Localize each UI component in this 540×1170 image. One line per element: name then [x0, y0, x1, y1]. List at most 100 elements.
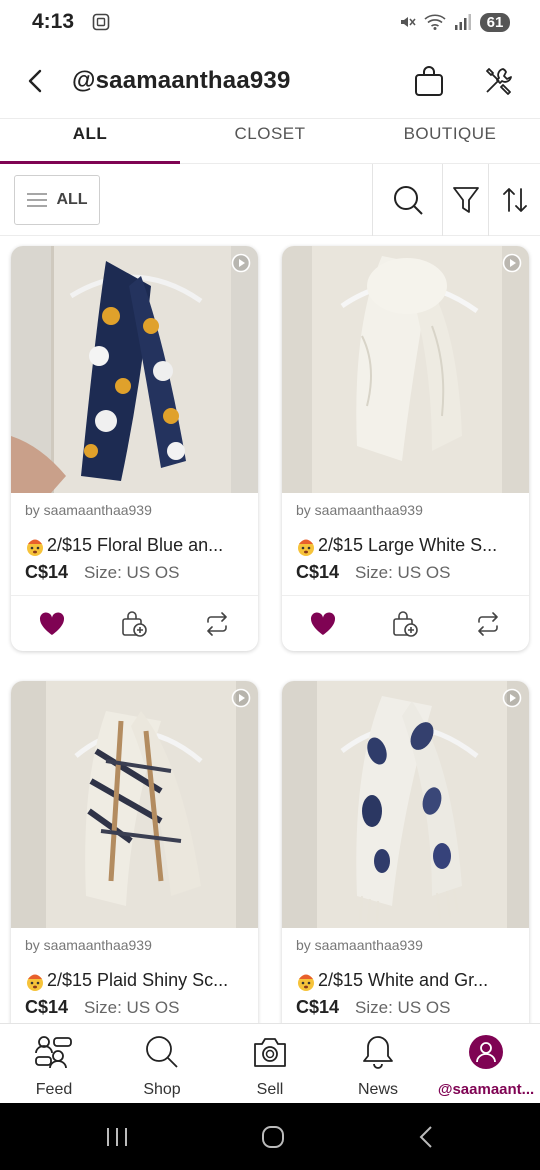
listing-price: C$14	[296, 562, 340, 582]
listing-title[interactable]: 2/$15 Floral Blue an...	[25, 535, 244, 556]
status-time: 4:13	[32, 10, 75, 33]
heart-filled-icon	[311, 611, 336, 635]
filter-bar: ALL	[0, 163, 540, 236]
wifi-icon	[424, 14, 446, 30]
listing-card[interactable]: by saamaanthaa939 2/$15 White and Gr... …	[282, 681, 529, 1023]
status-bar: 4:13 61	[0, 0, 540, 44]
chevron-left-icon	[28, 69, 42, 93]
shopping-bag-icon	[415, 66, 443, 96]
nav-profile[interactable]: @saamaant...	[432, 1024, 540, 1103]
recents-icon[interactable]	[105, 1126, 129, 1148]
sort-button[interactable]	[488, 163, 540, 236]
bag-plus-icon	[393, 610, 419, 637]
seller-name[interactable]: by saamaanthaa939	[296, 937, 515, 953]
listing-card[interactable]: by saamaanthaa939 2/$15 Large White S...…	[282, 246, 529, 651]
tools-icon	[486, 68, 512, 95]
tools-button[interactable]	[482, 64, 516, 98]
listing-title[interactable]: 2/$15 White and Gr...	[296, 970, 515, 991]
feed-icon	[35, 1036, 72, 1069]
video-play-icon	[231, 253, 251, 273]
plaid-scarf-photo	[11, 681, 258, 928]
exploding-head-emoji-icon	[298, 539, 314, 556]
seller-name[interactable]: by saamaanthaa939	[296, 502, 515, 518]
battery-indicator: 61	[480, 12, 510, 32]
sort-icon	[502, 187, 527, 212]
white-scarf-photo	[282, 246, 529, 493]
screenshot-icon	[92, 13, 110, 31]
listing-title[interactable]: 2/$15 Large White S...	[296, 535, 515, 556]
listing-price: C$14	[25, 997, 69, 1017]
exploding-head-emoji-icon	[298, 974, 314, 991]
closet-tabs: ALL CLOSET BOUTIQUE	[0, 118, 540, 164]
listing-card[interactable]: by saamaanthaa939 2/$15 Plaid Shiny Sc..…	[11, 681, 258, 1023]
heart-filled-icon	[40, 611, 65, 635]
exploding-head-emoji-icon	[27, 974, 43, 991]
video-play-icon	[231, 688, 251, 708]
card-actions	[11, 595, 258, 651]
add-to-bundle-button[interactable]	[114, 604, 154, 644]
funnel-icon	[452, 186, 479, 213]
listing-price: C$14	[296, 997, 340, 1017]
listing-size: Size: US OS	[355, 563, 451, 582]
listing-title[interactable]: 2/$15 Plaid Shiny Sc...	[25, 970, 244, 991]
back-icon[interactable]	[417, 1125, 435, 1149]
seller-name[interactable]: by saamaanthaa939	[25, 502, 244, 518]
share-button[interactable]	[197, 604, 237, 644]
tab-boutique[interactable]: BOUTIQUE	[360, 119, 540, 163]
listing-image-plaid-scarf[interactable]	[11, 681, 258, 928]
bottom-nav: Feed Shop Sell News @saamaant...	[0, 1023, 540, 1103]
menu-icon	[27, 192, 48, 207]
seller-name[interactable]: by saamaanthaa939	[25, 937, 244, 953]
listing-size: Size: US OS	[355, 998, 451, 1017]
tab-closet[interactable]: CLOSET	[180, 119, 360, 163]
home-icon[interactable]	[260, 1124, 286, 1150]
app-header: @saamaanthaa939	[0, 44, 540, 118]
like-button[interactable]	[32, 604, 72, 644]
listings-grid: by saamaanthaa939 2/$15 Floral Blue an..…	[0, 236, 540, 1023]
camera-icon	[254, 1038, 286, 1067]
avatar-icon	[469, 1035, 503, 1069]
nav-feed-label: Feed	[35, 1081, 73, 1098]
search-icon	[146, 1036, 178, 1068]
nav-news[interactable]: News	[324, 1024, 432, 1103]
bag-plus-icon	[122, 610, 148, 637]
floral-scarf-photo	[11, 246, 258, 493]
add-to-bundle-button[interactable]	[385, 604, 425, 644]
listing-image-white-grey-scarf[interactable]	[282, 681, 529, 928]
listing-card[interactable]: by saamaanthaa939 2/$15 Floral Blue an..…	[11, 246, 258, 651]
bag-button[interactable]	[412, 64, 446, 98]
video-play-icon	[502, 688, 522, 708]
all-filter-label: ALL	[56, 190, 88, 208]
nav-profile-label: @saamaant...	[437, 1081, 535, 1098]
listing-image-white-scarf[interactable]	[282, 246, 529, 493]
nav-shop[interactable]: Shop	[108, 1024, 216, 1103]
like-button[interactable]	[303, 604, 343, 644]
nav-shop-label: Shop	[143, 1081, 181, 1098]
system-nav-bar	[0, 1103, 540, 1170]
nav-sell[interactable]: Sell	[216, 1024, 324, 1103]
share-button[interactable]	[468, 604, 508, 644]
signal-icon	[455, 14, 471, 30]
nav-feed[interactable]: Feed	[0, 1024, 108, 1103]
listing-size: Size: US OS	[84, 998, 180, 1017]
card-actions	[282, 595, 529, 651]
share-loop-icon	[478, 611, 498, 636]
nav-sell-label: Sell	[256, 1081, 284, 1098]
tab-all[interactable]: ALL	[0, 119, 180, 164]
bell-icon	[363, 1036, 393, 1069]
mute-icon	[401, 17, 416, 27]
search-icon	[393, 185, 423, 215]
share-loop-icon	[207, 611, 227, 636]
back-button[interactable]	[20, 61, 50, 101]
filter-button[interactable]	[442, 163, 488, 236]
white-grey-scarf-photo	[282, 681, 529, 928]
search-button[interactable]	[372, 163, 442, 236]
listing-price: C$14	[25, 562, 69, 582]
video-play-icon	[502, 253, 522, 273]
listing-image-floral-scarf[interactable]	[11, 246, 258, 493]
nav-news-label: News	[357, 1081, 398, 1098]
status-icons: 61	[398, 12, 510, 32]
listing-size: Size: US OS	[84, 563, 180, 582]
exploding-head-emoji-icon	[27, 539, 43, 556]
all-filter-button[interactable]: ALL	[14, 174, 100, 225]
